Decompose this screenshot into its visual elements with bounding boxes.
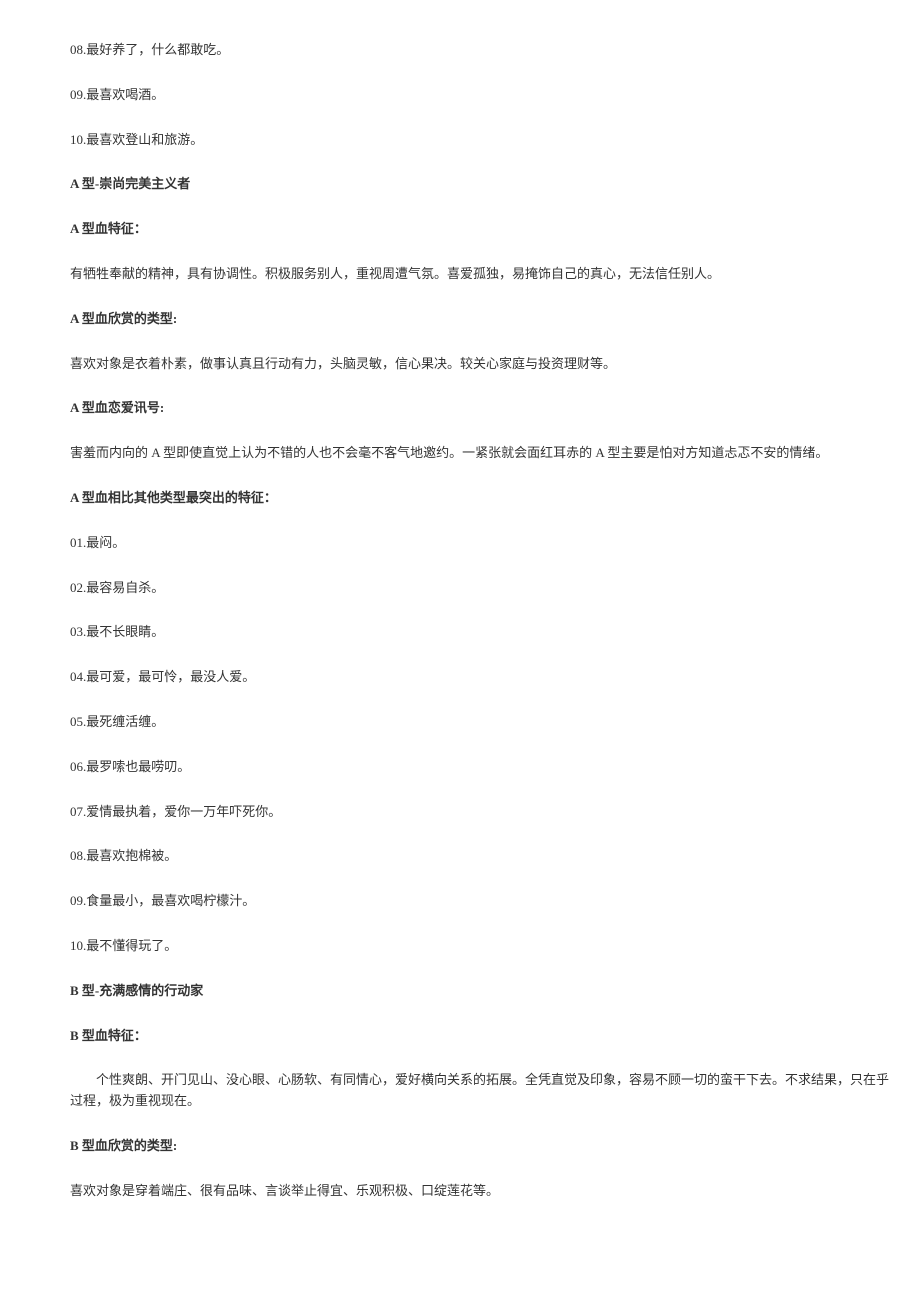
body-paragraph: 03.最不长眼睛。 — [70, 622, 890, 643]
body-paragraph: 07.爱情最执着，爱你一万年吓死你。 — [70, 802, 890, 823]
body-paragraph: 有牺牲奉献的精神，具有协调性。积极服务别人，重视周遭气氛。喜爱孤独，易掩饰自己的… — [70, 264, 890, 285]
body-paragraph: 02.最容易自杀。 — [70, 578, 890, 599]
body-paragraph: 个性爽朗、开门见山、没心眼、心肠软、有同情心，爱好横向关系的拓展。全凭直觉及印象… — [70, 1070, 890, 1112]
section-heading: B 型血特征： — [70, 1026, 890, 1047]
body-paragraph: 08.最喜欢抱棉被。 — [70, 846, 890, 867]
section-heading: B 型血欣赏的类型: — [70, 1136, 890, 1157]
body-paragraph: 08.最好养了，什么都敢吃。 — [70, 40, 890, 61]
body-paragraph: 09.食量最小，最喜欢喝柠檬汁。 — [70, 891, 890, 912]
section-heading: B 型-充满感情的行动家 — [70, 981, 890, 1002]
body-paragraph: 喜欢对象是衣着朴素，做事认真且行动有力，头脑灵敏，信心果决。较关心家庭与投资理财… — [70, 354, 890, 375]
body-paragraph: 01.最闷。 — [70, 533, 890, 554]
body-paragraph: 10.最不懂得玩了。 — [70, 936, 890, 957]
section-heading: A 型血特征： — [70, 219, 890, 240]
section-heading: A 型血相比其他类型最突出的特征： — [70, 488, 890, 509]
body-paragraph: 害羞而内向的 A 型即使直觉上认为不错的人也不会毫不客气地邀约。一紧张就会面红耳… — [70, 443, 890, 464]
section-heading: A 型血恋爱讯号: — [70, 398, 890, 419]
body-paragraph: 04.最可爱，最可怜，最没人爱。 — [70, 667, 890, 688]
section-heading: A 型血欣赏的类型: — [70, 309, 890, 330]
body-paragraph: 喜欢对象是穿着端庄、很有品味、言谈举止得宜、乐观积极、口绽莲花等。 — [70, 1181, 890, 1202]
body-paragraph: 06.最罗嗦也最唠叨。 — [70, 757, 890, 778]
section-heading: A 型-崇尚完美主义者 — [70, 174, 890, 195]
body-paragraph: 10.最喜欢登山和旅游。 — [70, 130, 890, 151]
body-paragraph: 05.最死缠活缠。 — [70, 712, 890, 733]
body-paragraph: 09.最喜欢喝酒。 — [70, 85, 890, 106]
